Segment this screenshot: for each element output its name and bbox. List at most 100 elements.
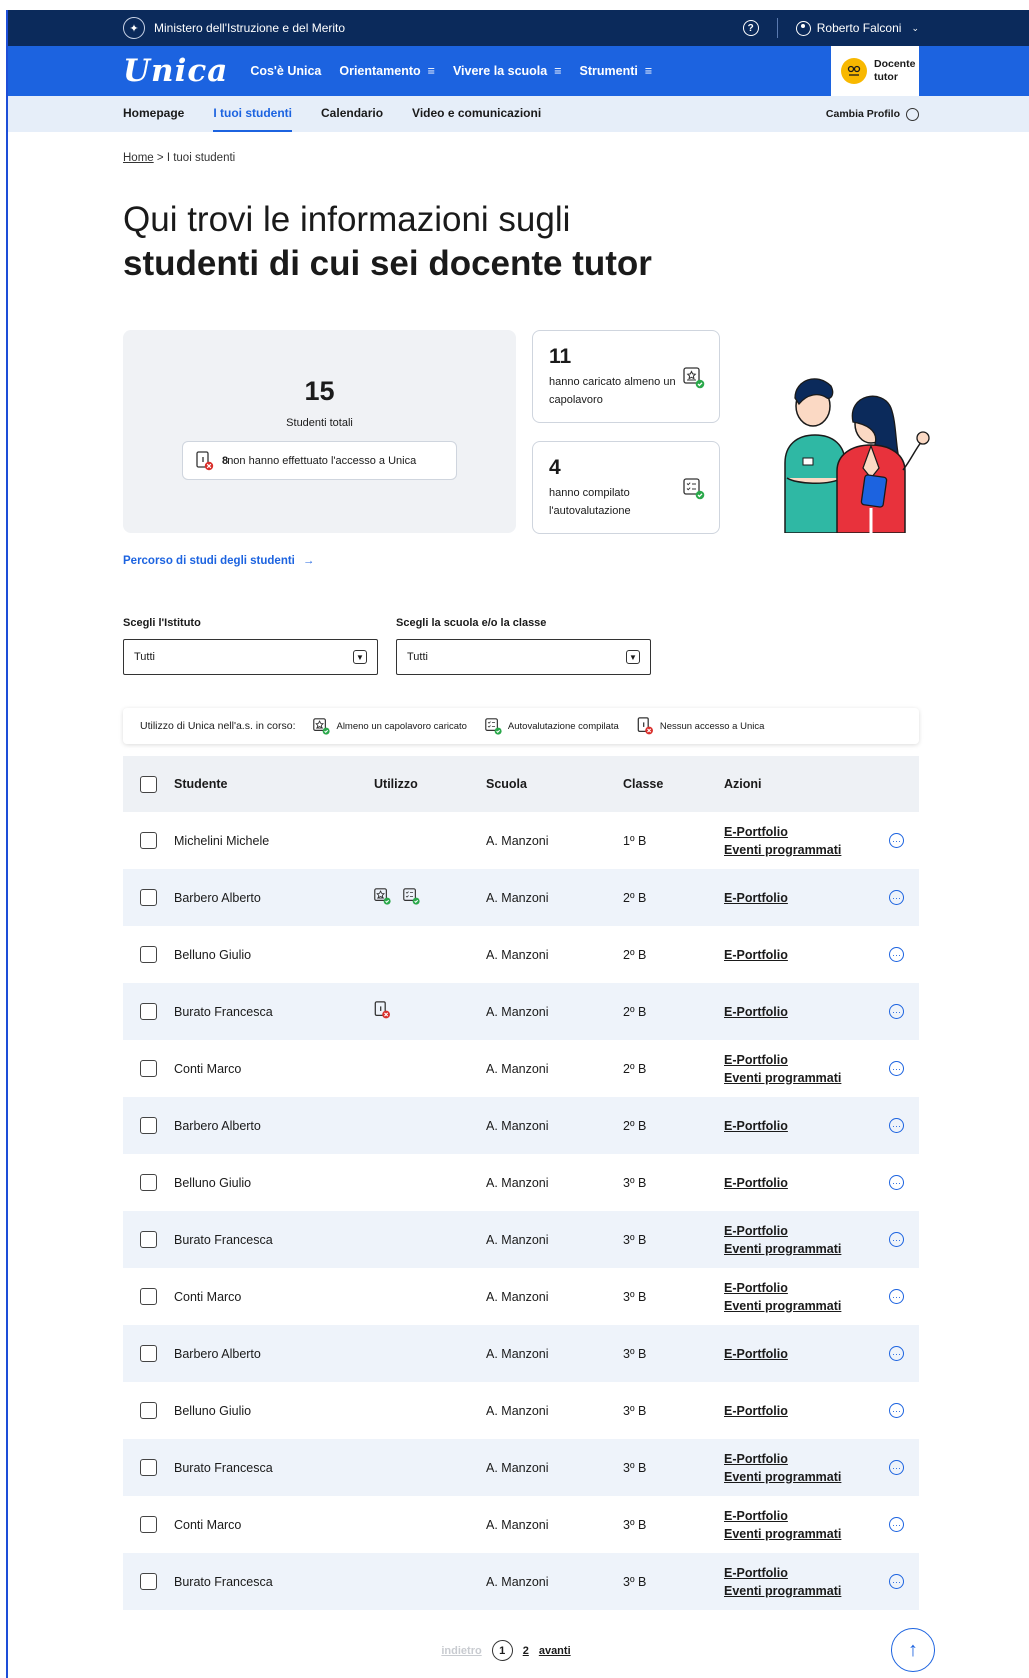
unica-logo[interactable]: Unica <box>123 53 228 89</box>
nav-vivere-la-scuola[interactable]: Vivere la scuola ≡ <box>453 64 562 78</box>
more-options-icon[interactable]: ··· <box>889 833 904 848</box>
more-options-icon[interactable]: ··· <box>889 1574 904 1589</box>
ministry-bar: ✦ Ministero dell'Istruzione e del Merito… <box>8 10 1029 46</box>
more-options-icon[interactable]: ··· <box>889 1517 904 1532</box>
e-portfolio-link[interactable]: E-Portfolio <box>724 1509 889 1523</box>
row-checkbox[interactable] <box>140 1231 157 1248</box>
chevron-down-icon: ⌄ <box>911 22 919 33</box>
tab-homepage[interactable]: Homepage <box>123 96 184 132</box>
breadcrumb: Home > I tuoi studenti <box>123 152 236 164</box>
eventi-programmati-link[interactable]: Eventi programmati <box>724 1242 889 1256</box>
row-actions: E-Portfolio Eventi programmati <box>724 1053 889 1085</box>
back-to-top-button[interactable]: ↑ <box>891 1628 935 1672</box>
student-class: 3º B <box>623 1574 647 1589</box>
more-options-icon[interactable]: ··· <box>889 1232 904 1247</box>
user-icon <box>795 20 811 36</box>
e-portfolio-link[interactable]: E-Portfolio <box>724 948 889 962</box>
row-checkbox[interactable] <box>140 832 157 849</box>
e-portfolio-link[interactable]: E-Portfolio <box>724 1119 889 1133</box>
e-portfolio-link[interactable]: E-Portfolio <box>724 825 889 839</box>
col-classe[interactable]: Classe <box>623 777 724 791</box>
select-all-checkbox[interactable] <box>140 775 157 793</box>
breadcrumb-home[interactable]: Home <box>123 152 154 164</box>
autovalutazione-icon <box>403 887 420 908</box>
e-portfolio-link[interactable]: E-Portfolio <box>724 1224 889 1238</box>
tab-video-e-comunicazioni[interactable]: Video e comunicazioni <box>412 96 541 132</box>
e-portfolio-link[interactable]: E-Portfolio <box>724 1281 889 1295</box>
tab-calendario[interactable]: Calendario <box>321 96 383 132</box>
row-checkbox[interactable] <box>140 1288 157 1305</box>
eventi-programmati-link[interactable]: Eventi programmati <box>724 1470 889 1484</box>
e-portfolio-link[interactable]: E-Portfolio <box>724 1176 889 1190</box>
student-school: A. Manzoni <box>486 890 549 905</box>
tab-i-tuoi-studenti[interactable]: I tuoi studenti <box>213 96 293 132</box>
user-menu[interactable]: Roberto Falconi ⌄ <box>795 20 919 36</box>
e-portfolio-link[interactable]: E-Portfolio <box>724 1005 889 1019</box>
more-options-icon[interactable]: ··· <box>889 1289 904 1304</box>
student-name: Conti Marco <box>174 1289 242 1304</box>
ministry-name[interactable]: Ministero dell'Istruzione e del Merito <box>154 21 345 35</box>
arrow-up-icon: ↑ <box>908 1638 918 1661</box>
more-options-icon[interactable]: ··· <box>889 1403 904 1418</box>
eventi-programmati-link[interactable]: Eventi programmati <box>724 1527 889 1541</box>
row-actions: E-Portfolio Eventi programmati <box>724 1509 889 1541</box>
e-portfolio-link[interactable]: E-Portfolio <box>724 1452 889 1466</box>
eventi-programmati-link[interactable]: Eventi programmati <box>724 1299 889 1313</box>
row-actions: E-Portfolio <box>724 948 889 962</box>
student-class: 3º B <box>623 1346 647 1361</box>
table-row: Burato Francesca A. Manzoni 3º B E-Portfoli… <box>123 1439 919 1496</box>
e-portfolio-link[interactable]: E-Portfolio <box>724 1404 889 1418</box>
row-checkbox[interactable] <box>140 1060 157 1077</box>
row-checkbox[interactable] <box>140 1174 157 1191</box>
row-actions: E-Portfolio Eventi programmati <box>724 825 889 857</box>
student-school: A. Manzoni <box>486 1061 549 1076</box>
student-class: 1º B <box>623 833 647 848</box>
pager-next[interactable]: avanti <box>539 1645 571 1657</box>
more-options-icon[interactable]: ··· <box>889 1004 904 1019</box>
row-checkbox[interactable] <box>140 1402 157 1419</box>
col-studente[interactable]: Studente <box>174 777 374 791</box>
more-options-icon[interactable]: ··· <box>889 890 904 905</box>
more-options-icon[interactable]: ··· <box>889 1460 904 1475</box>
profile-button[interactable]: Docente tutor <box>831 46 919 96</box>
row-checkbox[interactable] <box>140 946 157 963</box>
row-checkbox[interactable] <box>140 1516 157 1533</box>
eventi-programmati-link[interactable]: Eventi programmati <box>724 1071 889 1085</box>
row-checkbox[interactable] <box>140 1573 157 1590</box>
row-checkbox[interactable] <box>140 1459 157 1476</box>
classe-select[interactable]: Tutti ▼ <box>396 639 651 675</box>
more-options-icon[interactable]: ··· <box>889 1061 904 1076</box>
nav-strumenti[interactable]: Strumenti ≡ <box>580 64 653 78</box>
nav-cos-e-unica[interactable]: Cos'è Unica <box>250 64 321 78</box>
table-header: Studente Utilizzo Scuola Classe Azioni <box>123 756 919 812</box>
total-students-count: 15 <box>304 376 335 406</box>
pager-page-1[interactable]: 1 <box>491 1640 513 1661</box>
e-portfolio-link[interactable]: E-Portfolio <box>724 1347 889 1361</box>
eventi-programmati-link[interactable]: Eventi programmati <box>724 1584 889 1598</box>
istituto-select[interactable]: Tutti ▼ <box>123 639 378 675</box>
more-options-icon[interactable]: ··· <box>889 1118 904 1133</box>
row-checkbox[interactable] <box>140 1345 157 1362</box>
row-checkbox[interactable] <box>140 1117 157 1134</box>
emblem-icon: ✦ <box>123 17 145 39</box>
cambia-profilo-button[interactable]: Cambia Profilo <box>826 107 919 121</box>
more-options-icon[interactable]: ··· <box>889 947 904 962</box>
e-portfolio-link[interactable]: E-Portfolio <box>724 1566 889 1580</box>
more-options-icon[interactable]: ··· <box>889 1346 904 1361</box>
eventi-programmati-link[interactable]: Eventi programmati <box>724 843 889 857</box>
no-access-button[interactable]: 8 non hanno effettuato l'accesso a Unica <box>182 441 457 480</box>
percorso-studi-link[interactable]: Percorso di studi degli studenti → <box>123 555 919 567</box>
e-portfolio-link[interactable]: E-Portfolio <box>724 891 889 905</box>
e-portfolio-link[interactable]: E-Portfolio <box>724 1053 889 1067</box>
pager-page-2[interactable]: 2 <box>523 1645 529 1657</box>
student-class: 3º B <box>623 1517 647 1532</box>
more-options-icon[interactable]: ··· <box>889 1175 904 1190</box>
nav-orientamento[interactable]: Orientamento ≡ <box>339 64 435 78</box>
help-icon[interactable]: ? <box>742 20 759 36</box>
table-row: Barbero Alberto A. Manzoni 2º B E-Portfolio… <box>123 869 919 926</box>
row-actions: E-Portfolio <box>724 1119 889 1133</box>
col-scuola[interactable]: Scuola <box>486 777 623 791</box>
teachers-illustration <box>784 378 930 533</box>
row-checkbox[interactable] <box>140 1003 157 1020</box>
row-checkbox[interactable] <box>140 889 157 906</box>
